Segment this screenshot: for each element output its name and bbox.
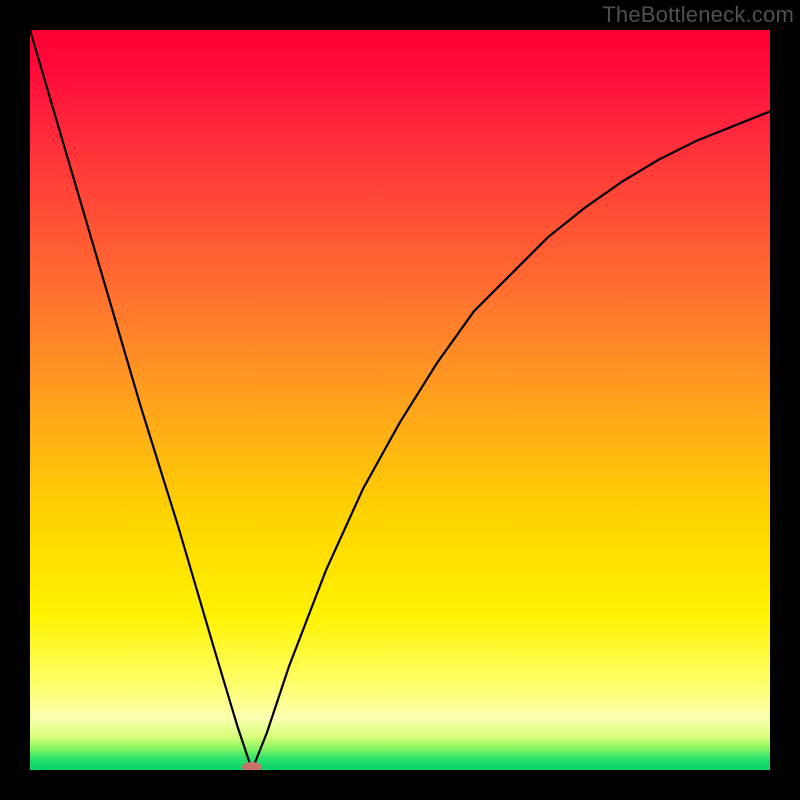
watermark-text: TheBottleneck.com [602, 2, 794, 28]
curve-svg [30, 30, 770, 770]
chart-frame: TheBottleneck.com [0, 0, 800, 800]
bottleneck-curve [30, 30, 770, 770]
min-marker [242, 762, 262, 770]
plot-area [30, 30, 770, 770]
